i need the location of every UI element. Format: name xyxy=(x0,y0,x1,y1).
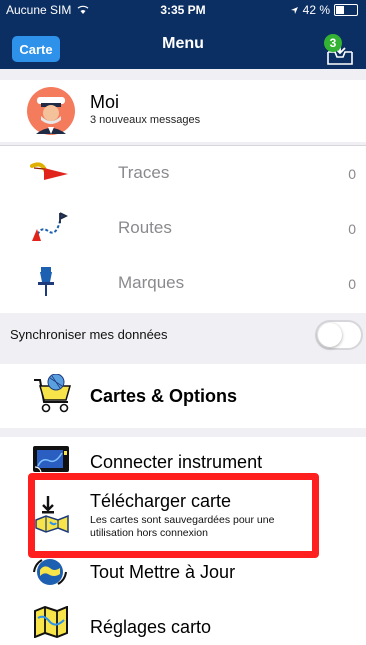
sync-toggle-knob xyxy=(318,323,342,347)
list-count-marques: 0 xyxy=(348,276,356,292)
globe-update-icon xyxy=(32,556,68,593)
list-label-traces: Traces xyxy=(118,163,170,182)
sync-toggle[interactable] xyxy=(315,320,363,350)
traces-icon xyxy=(30,160,70,189)
menu-label-connect-instrument: Connecter instrument xyxy=(90,452,263,472)
menu-label-map-settings: Réglages carto xyxy=(90,617,212,637)
list-label-routes: Routes xyxy=(118,218,172,237)
menu-label-update-all: Tout Mettre à Jour xyxy=(90,562,236,582)
highlight-frame xyxy=(28,473,319,558)
location-arrow-icon xyxy=(290,6,298,14)
charts-options-label: Cartes & Options xyxy=(90,386,238,406)
status-right: 42 % xyxy=(290,3,358,17)
battery-percent: 42 % xyxy=(302,3,330,17)
list-label-marques: Marques xyxy=(118,273,185,292)
marker-pin-icon xyxy=(36,266,56,303)
navigation-bar: Carte Menu 3 xyxy=(0,22,366,69)
downloads-button[interactable]: 3 xyxy=(318,32,358,68)
routes-icon xyxy=(30,211,69,248)
download-badge: 3 xyxy=(324,34,342,52)
battery-icon xyxy=(334,4,358,16)
status-bar: Aucune SIM 3:35 PM 42 % xyxy=(0,0,366,22)
list-count-routes: 0 xyxy=(348,221,356,237)
page-title: Menu xyxy=(162,35,204,52)
list-count-traces: 0 xyxy=(348,166,356,182)
shopping-cart-icon xyxy=(30,373,74,423)
profile-name: Moi xyxy=(90,92,120,112)
map-settings-icon xyxy=(34,605,68,643)
captain-avatar-icon xyxy=(26,86,76,141)
profile-messages: 3 nouveaux messages xyxy=(90,114,201,126)
sync-label: Synchroniser mes données xyxy=(10,327,168,342)
